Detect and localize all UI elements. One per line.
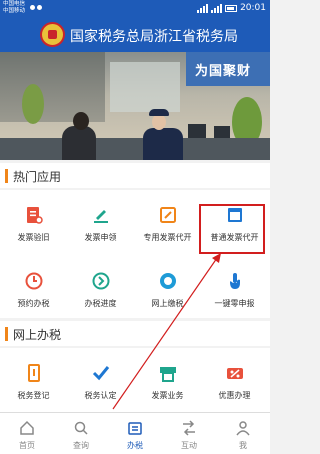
banner-person-customer-head bbox=[73, 112, 89, 130]
app-tile-special-invoice[interactable]: 专用发票代开 bbox=[134, 190, 201, 252]
app-label: 专用发票代开 bbox=[143, 233, 192, 242]
banner-monitor bbox=[188, 124, 206, 138]
discount-icon bbox=[224, 362, 246, 384]
message-icon bbox=[37, 5, 42, 10]
app-tile-online-payment[interactable]: 网上缴税 bbox=[134, 256, 201, 318]
registration-icon bbox=[23, 362, 45, 384]
app-header: 国家税务总局浙江省税务局 bbox=[0, 17, 270, 52]
status-bar: 中国电信 中国移动 20:01 bbox=[0, 0, 270, 17]
app-label: 发票申领 bbox=[84, 233, 117, 242]
cell-signal-icon bbox=[211, 3, 223, 13]
app-tile-tax-registration[interactable]: 税务登记 bbox=[0, 348, 67, 410]
tab-label: 办税 bbox=[127, 441, 143, 450]
pen-icon bbox=[90, 204, 112, 226]
section-accent-bar bbox=[5, 327, 8, 341]
tax-emblem-icon bbox=[40, 22, 65, 47]
banner-person-customer bbox=[62, 126, 96, 160]
carrier-2: 中国移动 bbox=[3, 8, 26, 14]
wifi-signal-icon bbox=[197, 3, 209, 13]
banner-officer-hat bbox=[149, 109, 169, 116]
banner-window bbox=[110, 62, 180, 112]
app-label: 发票验旧 bbox=[17, 233, 50, 242]
app-tile-preferential[interactable]: 优惠办理 bbox=[201, 348, 268, 410]
invoice-icon bbox=[157, 362, 179, 384]
edit-square-icon bbox=[157, 204, 179, 226]
carrier-1: 中国电信 bbox=[3, 1, 26, 7]
progress-icon bbox=[90, 270, 112, 292]
tab-label: 首页 bbox=[19, 441, 35, 450]
app-tile-appointment[interactable]: 预约办税 bbox=[0, 256, 67, 318]
status-right: 20:01 bbox=[197, 3, 266, 13]
checkmark-icon bbox=[90, 362, 112, 384]
app-label: 税务认定 bbox=[84, 391, 117, 400]
tap-icon bbox=[224, 270, 246, 292]
interact-icon bbox=[183, 420, 195, 436]
app-label: 发票业务 bbox=[151, 391, 184, 400]
banner-sign-text: 为国聚财 bbox=[195, 64, 252, 79]
tab-query[interactable]: 查询 bbox=[54, 413, 108, 454]
app-tile-progress[interactable]: 办税进度 bbox=[67, 256, 134, 318]
tab-home[interactable]: 首页 bbox=[0, 413, 54, 454]
online-apps-grid: 税务登记 税务认定 发票业务 优惠办理 bbox=[0, 348, 270, 412]
carrier-info: 中国电信 中国移动 bbox=[3, 1, 25, 15]
banner-person-officer bbox=[143, 128, 183, 160]
app-label: 优惠办理 bbox=[218, 391, 251, 400]
app-tile-zero-declaration[interactable]: 一键零申报 bbox=[201, 256, 268, 318]
battery-icon bbox=[225, 4, 238, 12]
chat-icon bbox=[30, 5, 35, 10]
tab-label: 互动 bbox=[181, 441, 197, 450]
hot-section-title: 热门应用 bbox=[13, 170, 62, 184]
user-icon bbox=[236, 421, 250, 436]
app-tile-invoice-business[interactable]: 发票业务 bbox=[134, 348, 201, 410]
online-section-title: 网上办税 bbox=[13, 328, 62, 342]
header-title: 国家税务总局浙江省税务局 bbox=[70, 29, 238, 45]
app-tile-invoice-check[interactable]: 发票验旧 bbox=[0, 190, 67, 252]
app-label: 一键零申报 bbox=[214, 299, 255, 308]
banner-person-officer-head bbox=[152, 114, 166, 130]
app-tile-invoice-apply[interactable]: 发票申领 bbox=[67, 190, 134, 252]
app-label: 预约办税 bbox=[17, 299, 50, 308]
app-label: 网上缴税 bbox=[151, 299, 184, 308]
app-tile-tax-recognition[interactable]: 税务认定 bbox=[67, 348, 134, 410]
notification-icons bbox=[30, 5, 42, 10]
online-section-header: 网上办税 bbox=[0, 321, 270, 346]
banner-monitor-2 bbox=[214, 126, 230, 138]
highlight-box bbox=[199, 204, 265, 254]
banner-plant-left bbox=[22, 84, 44, 124]
tab-interact[interactable]: 互动 bbox=[162, 413, 216, 454]
clock-time: 20:01 bbox=[240, 3, 266, 13]
section-accent-bar bbox=[5, 169, 8, 183]
bottom-tab-bar: 首页 查询 办税 互动 我 bbox=[0, 412, 270, 454]
app-label: 税务登记 bbox=[17, 391, 50, 400]
banner-image[interactable]: 为国聚财 bbox=[0, 52, 270, 160]
tax-payment-icon bbox=[157, 270, 179, 292]
banner-wall bbox=[0, 52, 105, 122]
clock-icon bbox=[23, 270, 45, 292]
tab-me[interactable]: 我 bbox=[216, 413, 270, 454]
tab-label: 我 bbox=[239, 441, 247, 450]
home-icon bbox=[20, 420, 34, 435]
hot-section-header: 热门应用 bbox=[0, 163, 270, 188]
tab-label: 查询 bbox=[73, 441, 89, 450]
app-label: 办税进度 bbox=[84, 299, 117, 308]
banner-counter bbox=[0, 138, 270, 160]
tab-tax-service[interactable]: 办税 bbox=[108, 413, 162, 454]
search-icon bbox=[74, 421, 88, 435]
tax-service-icon bbox=[128, 422, 142, 435]
invoice-check-icon bbox=[23, 204, 45, 226]
